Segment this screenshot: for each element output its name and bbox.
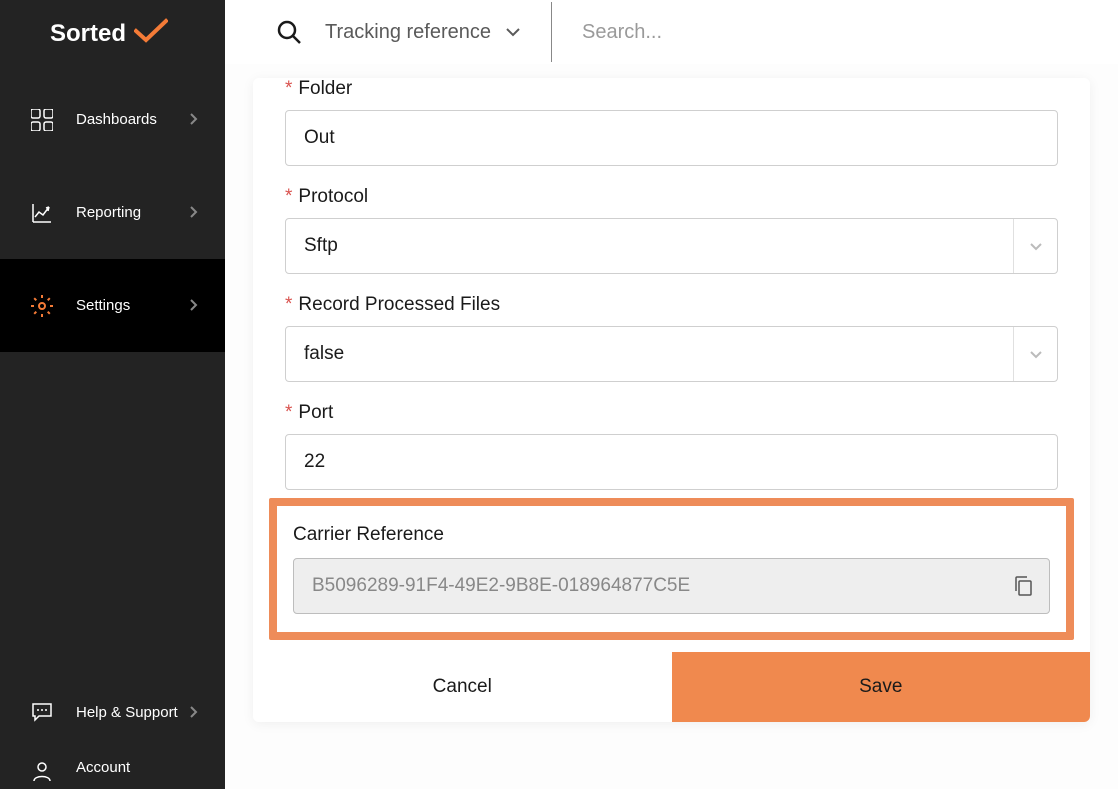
search-input[interactable]: [552, 21, 1118, 44]
sidebar-item-label: Account: [76, 759, 205, 776]
chevron-down-icon: [1013, 219, 1057, 273]
main: Tracking reference *Folder *Protocol: [225, 0, 1118, 789]
port-label: *Port: [285, 402, 1058, 424]
carrier-reference-label: Carrier Reference: [293, 524, 1050, 546]
sidebar-item-help[interactable]: Help & Support: [0, 666, 225, 759]
sidebar-item-settings[interactable]: Settings: [0, 259, 225, 352]
form-group-port: *Port: [285, 402, 1058, 490]
sidebar-item-label: Dashboards: [76, 111, 189, 128]
account-icon: [30, 759, 54, 783]
sidebar-item-label: Settings: [76, 297, 189, 314]
record-processed-value: false: [304, 343, 344, 365]
sidebar-item-reporting[interactable]: Reporting: [0, 166, 225, 259]
form-group-folder: *Folder: [285, 78, 1058, 166]
gear-icon: [30, 294, 54, 318]
protocol-label: *Protocol: [285, 186, 1058, 208]
carrier-reference-readonly: B5096289-91F4-49E2-9B8E-018964877C5E: [293, 558, 1050, 614]
folder-label: *Folder: [285, 78, 1058, 100]
chevron-right-icon: [189, 298, 205, 314]
dashboard-icon: [30, 108, 54, 132]
copy-icon[interactable]: [1013, 575, 1035, 597]
filter-label: Tracking reference: [325, 21, 491, 44]
folder-input[interactable]: [285, 110, 1058, 166]
protocol-value: Sftp: [304, 235, 338, 257]
brand-check-icon: [134, 18, 168, 49]
content: *Folder *Protocol Sftp: [225, 64, 1118, 789]
button-row: Cancel Save: [253, 652, 1090, 722]
record-processed-label: *Record Processed Files: [285, 294, 1058, 316]
required-mark: *: [285, 402, 292, 423]
form-group-protocol: *Protocol Sftp: [285, 186, 1058, 274]
sidebar-item-label: Help & Support: [76, 704, 189, 721]
carrier-reference-value: B5096289-91F4-49E2-9B8E-018964877C5E: [312, 575, 690, 597]
cancel-button[interactable]: Cancel: [253, 652, 672, 722]
form-card: *Folder *Protocol Sftp: [253, 78, 1090, 722]
search-icon: [275, 18, 303, 46]
required-mark: *: [285, 294, 292, 315]
sidebar-item-account[interactable]: Account: [0, 759, 225, 789]
chevron-right-icon: [189, 705, 205, 721]
protocol-select[interactable]: Sftp: [285, 218, 1058, 274]
save-button[interactable]: Save: [672, 652, 1091, 722]
nav-footer: Help & Support Account: [0, 666, 225, 789]
chevron-right-icon: [189, 205, 205, 221]
chevron-down-icon: [1013, 327, 1057, 381]
nav-main: Dashboards Reporting: [0, 73, 225, 666]
chat-icon: [30, 701, 54, 725]
form-group-record-processed: *Record Processed Files false: [285, 294, 1058, 382]
required-mark: *: [285, 186, 292, 207]
sidebar: Sorted Dashboards: [0, 0, 225, 789]
filter-dropdown[interactable]: Tracking reference: [325, 2, 552, 62]
sidebar-item-label: Reporting: [76, 204, 189, 221]
reporting-icon: [30, 201, 54, 225]
brand-logo: Sorted: [0, 0, 225, 73]
carrier-reference-highlight: Carrier Reference B5096289-91F4-49E2-9B8…: [269, 498, 1074, 640]
required-mark: *: [285, 78, 292, 99]
chevron-right-icon: [189, 112, 205, 128]
record-processed-select[interactable]: false: [285, 326, 1058, 382]
top-bar: Tracking reference: [225, 0, 1118, 64]
brand-name: Sorted: [50, 20, 126, 48]
chevron-down-icon: [505, 21, 521, 44]
port-input[interactable]: [285, 434, 1058, 490]
sidebar-item-dashboards[interactable]: Dashboards: [0, 73, 225, 166]
